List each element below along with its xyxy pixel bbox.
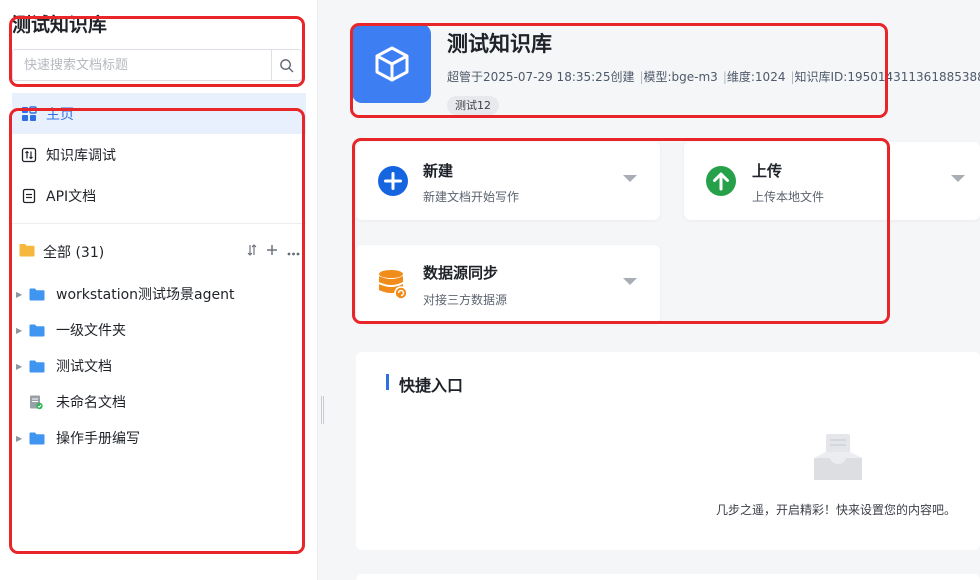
resize-handle[interactable]: [321, 396, 324, 424]
folder-icon: [29, 360, 47, 373]
kb-cover: [352, 24, 431, 103]
upload-circle-icon: [706, 166, 736, 196]
kb-title: 测试知识库: [12, 14, 108, 36]
tree-item-label: 测试文档: [56, 359, 112, 375]
folder-icon: [29, 324, 47, 337]
kb-meta-dimension: 维度:1024: [726, 70, 786, 84]
card-subtitle: 新建文档开始写作: [423, 190, 520, 204]
sort-icon[interactable]: [247, 244, 257, 260]
dropdown-arrow-icon[interactable]: [951, 175, 965, 182]
more-icon[interactable]: [287, 245, 300, 260]
card-subtitle: 上传本地文件: [752, 190, 825, 204]
kb-meta-id: 知识库ID:19501431136188538888: [794, 70, 980, 84]
tree-header-label: 全部 (31): [43, 245, 105, 261]
search-input[interactable]: [13, 50, 271, 80]
kb-name: 测试知识库: [447, 32, 552, 56]
section-accent-bar: [386, 374, 389, 390]
dropdown-arrow-icon[interactable]: [623, 175, 637, 182]
home-icon: [21, 105, 37, 122]
caret-right-icon[interactable]: ▶: [12, 434, 25, 443]
search-button[interactable]: [271, 50, 301, 80]
quick-entry-title: 快捷入口: [399, 376, 464, 395]
sidebar-nav: 主页 知识库调试 API文档: [12, 93, 306, 216]
tree-item-label: 未命名文档: [56, 395, 126, 411]
card-title: 数据源同步: [423, 264, 499, 282]
caret-right-icon[interactable]: ▶: [12, 290, 25, 299]
document-icon: [21, 188, 37, 204]
nav-item-home[interactable]: 主页: [12, 93, 306, 134]
upload-card[interactable]: 上传 上传本地文件: [684, 142, 980, 220]
card-title: 上传: [752, 162, 783, 180]
document-check-icon: [29, 395, 47, 410]
empty-state-text: 几步之遥，开启精彩！快来设置您的内容吧。: [716, 503, 957, 517]
tree-item-label: workstation测试场景agent: [56, 287, 235, 303]
tree-item[interactable]: ▶ 测试文档: [12, 348, 306, 384]
tree-item[interactable]: 未命名文档: [12, 384, 306, 420]
search-icon: [280, 58, 294, 72]
nav-label: API文档: [46, 188, 97, 205]
plus-icon[interactable]: [266, 244, 278, 260]
tree-item[interactable]: ▶ 一级文件夹: [12, 312, 306, 348]
debug-icon: [21, 147, 37, 163]
card-title: 新建: [423, 162, 454, 180]
cube-icon: [375, 46, 408, 81]
database-sync-icon: [379, 270, 408, 300]
tree-header[interactable]: 全部 (31): [12, 240, 306, 264]
plus-circle-icon: [378, 166, 408, 196]
dropdown-arrow-icon[interactable]: [623, 278, 637, 285]
sidebar: 测试知识库 主页 知识库调试 API文档: [0, 0, 318, 580]
tree-item-label: 一级文件夹: [56, 323, 126, 339]
kb-tag: 测试12: [447, 96, 499, 115]
create-card[interactable]: 新建 新建文档开始写作: [356, 142, 660, 220]
tree-item[interactable]: ▶ 操作手册编写: [12, 420, 306, 456]
tree-item[interactable]: ▶ workstation测试场景agent: [12, 276, 306, 312]
nav-item-debug[interactable]: 知识库调试: [12, 134, 306, 175]
empty-inbox-icon: [814, 434, 862, 480]
sidebar-divider: [12, 223, 306, 224]
caret-right-icon[interactable]: ▶: [12, 362, 25, 371]
search-box: [12, 49, 302, 81]
nav-item-api-docs[interactable]: API文档: [12, 175, 306, 216]
folder-icon: [29, 288, 47, 301]
datasource-sync-card[interactable]: 数据源同步 对接三方数据源: [356, 245, 660, 323]
next-panel-edge: [356, 574, 980, 580]
caret-right-icon[interactable]: ▶: [12, 326, 25, 335]
card-subtitle: 对接三方数据源: [423, 293, 508, 307]
tree-header-actions: [247, 244, 306, 260]
folder-icon: [19, 243, 35, 261]
kb-meta-model: 模型:bge-m3: [643, 70, 718, 84]
tree-item-label: 操作手册编写: [56, 431, 140, 447]
kb-meta-created: 超管于2025-07-29 18:35:25创建: [447, 70, 635, 84]
doc-tree: ▶ workstation测试场景agent ▶ 一级文件夹 ▶ 测试文档 未命…: [12, 276, 306, 456]
kb-meta: 超管于2025-07-29 18:35:25创建 |模型:bge-m3 |维度:10…: [447, 68, 980, 85]
folder-icon: [29, 432, 47, 445]
nav-label: 主页: [46, 106, 74, 123]
quick-entry-panel: 快捷入口 几步之遥，开启精彩！快来设置您的内容吧。: [356, 352, 980, 550]
nav-label: 知识库调试: [46, 147, 116, 164]
